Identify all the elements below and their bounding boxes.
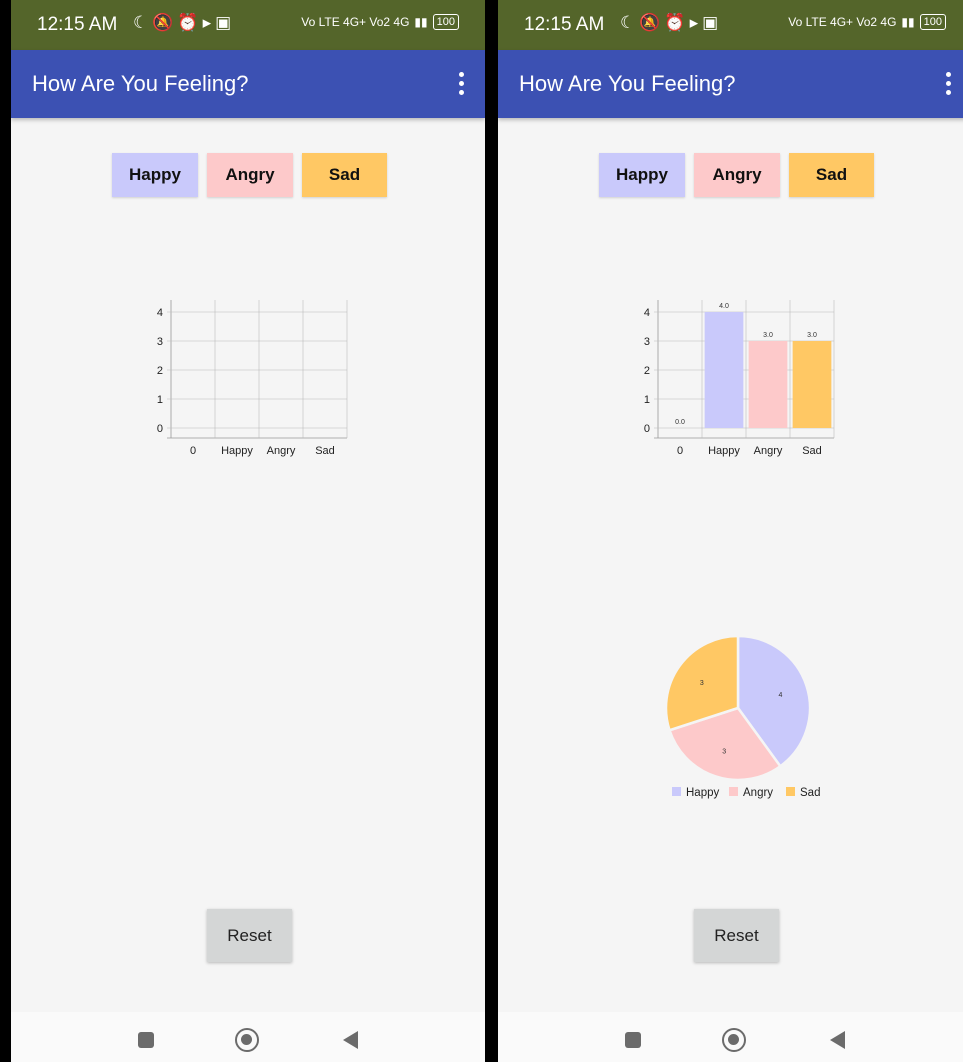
status-time: 12:15 AM bbox=[524, 14, 605, 35]
pie-chart: 4 3 3 Happy Angry Sad bbox=[664, 634, 820, 799]
bar-value-label: 3.0 bbox=[763, 332, 773, 339]
phone-screen-after: 12:15 AM ☾🔕⏰▸▣ Vo LTE 4G+ Vo2 4G ▮▮ 1 00 … bbox=[496, 0, 963, 1062]
app-bar: How Are You Feeling? bbox=[498, 50, 963, 118]
x-tick-label: Sad bbox=[802, 445, 822, 457]
angry-button[interactable]: Angry bbox=[207, 153, 293, 197]
moon-icon: ☾ bbox=[133, 13, 153, 32]
network-indicator: Vo LTE 4G+ Vo2 4G bbox=[301, 15, 410, 29]
pie-slice-label: 3 bbox=[722, 748, 726, 755]
play-icon: ▸ bbox=[689, 13, 703, 32]
status-icons: ☾🔕⏰▸▣ bbox=[620, 13, 722, 33]
reset-button[interactable]: Reset bbox=[207, 909, 292, 962]
nav-bar bbox=[498, 1012, 963, 1062]
x-tick-label: Angry bbox=[267, 445, 296, 457]
legend-label: Happy bbox=[686, 787, 719, 799]
status-right: Vo LTE 4G+ Vo2 4G ▮▮ 100 bbox=[301, 14, 459, 30]
nav-bar bbox=[11, 1012, 485, 1062]
bar-happy bbox=[704, 312, 744, 428]
bar-sad bbox=[792, 341, 832, 428]
overflow-menu-icon[interactable] bbox=[449, 70, 473, 98]
home-icon[interactable] bbox=[722, 1028, 746, 1052]
reset-button[interactable]: Reset bbox=[694, 909, 779, 962]
x-tick-label: 0 bbox=[677, 445, 683, 457]
bar-chart-empty: 0 1 2 3 4 0 Happy Angry Sad bbox=[157, 300, 348, 457]
sad-button[interactable]: Sad bbox=[302, 153, 387, 197]
back-icon[interactable] bbox=[343, 1031, 358, 1049]
overflow-menu-icon[interactable] bbox=[936, 70, 960, 98]
x-tick-label: 0 bbox=[190, 445, 196, 457]
sad-button[interactable]: Sad bbox=[789, 153, 874, 197]
app-bar: How Are You Feeling? bbox=[11, 50, 485, 118]
network-indicator: Vo LTE 4G+ Vo2 4G bbox=[788, 15, 897, 29]
y-tick-label: 4 bbox=[644, 307, 650, 319]
linkedin-icon: ▣ bbox=[702, 13, 723, 32]
status-bar: 12:15 AM ☾🔕⏰▸▣ Vo LTE 4G+ Vo2 4G ▮▮ 100 bbox=[498, 0, 963, 50]
recent-apps-icon[interactable] bbox=[625, 1032, 641, 1048]
bar-value-label: 4.0 bbox=[719, 303, 729, 310]
y-tick-label: 3 bbox=[157, 336, 163, 348]
status-bar: 12:15 AM ☾🔕⏰▸▣ Vo LTE 4G+ Vo2 4G ▮▮ 100 bbox=[11, 0, 485, 50]
signal-icon: ▮▮ bbox=[901, 15, 915, 29]
phone-screen-before: 12:15 AM ☾🔕⏰▸▣ Vo LTE 4G+ Vo2 4G ▮▮ 1 00 … bbox=[9, 0, 487, 1062]
pie-slice-label: 3 bbox=[700, 680, 704, 687]
moon-icon: ☾ bbox=[620, 13, 640, 32]
alarm-icon: ⏰ bbox=[177, 13, 203, 32]
home-icon[interactable] bbox=[235, 1028, 259, 1052]
y-tick-label: 0 bbox=[157, 423, 163, 435]
muted-bell-icon: 🔕 bbox=[639, 13, 665, 32]
recent-apps-icon[interactable] bbox=[138, 1032, 154, 1048]
battery-icon: 100 bbox=[432, 14, 459, 30]
bar-angry bbox=[748, 341, 788, 428]
battery-icon: 100 bbox=[919, 14, 946, 30]
x-tick-label: Angry bbox=[754, 445, 783, 457]
status-time: 12:15 AM bbox=[37, 14, 118, 35]
legend-swatch bbox=[729, 787, 738, 796]
legend-swatch bbox=[672, 787, 681, 796]
status-right: Vo LTE 4G+ Vo2 4G ▮▮ 100 bbox=[788, 14, 946, 30]
muted-bell-icon: 🔕 bbox=[152, 13, 178, 32]
legend-label: Angry bbox=[743, 787, 773, 799]
app-title: How Are You Feeling? bbox=[519, 71, 736, 96]
y-tick-label: 0 bbox=[644, 423, 650, 435]
y-tick-label: 2 bbox=[157, 365, 163, 377]
alarm-icon: ⏰ bbox=[664, 13, 690, 32]
legend-swatch bbox=[786, 787, 795, 796]
y-tick-label: 2 bbox=[644, 365, 650, 377]
y-tick-label: 1 bbox=[157, 394, 163, 406]
bar-value-label: 0.0 bbox=[675, 419, 685, 426]
x-tick-label: Sad bbox=[315, 445, 335, 457]
pie-slice-label: 4 bbox=[779, 692, 783, 699]
signal-icon: ▮▮ bbox=[414, 15, 428, 29]
x-tick-label: Happy bbox=[708, 445, 740, 457]
linkedin-icon: ▣ bbox=[215, 13, 236, 32]
play-icon: ▸ bbox=[202, 13, 216, 32]
happy-button[interactable]: Happy bbox=[112, 153, 198, 197]
y-tick-label: 3 bbox=[644, 336, 650, 348]
x-tick-label: Happy bbox=[221, 445, 253, 457]
app-title: How Are You Feeling? bbox=[32, 71, 249, 96]
status-icons: ☾🔕⏰▸▣ bbox=[133, 13, 235, 33]
angry-button[interactable]: Angry bbox=[694, 153, 780, 197]
back-icon[interactable] bbox=[830, 1031, 845, 1049]
happy-button[interactable]: Happy bbox=[599, 153, 685, 197]
y-tick-label: 1 bbox=[644, 394, 650, 406]
legend-label: Sad bbox=[800, 787, 820, 799]
bar-chart: 0 1 2 3 4 0 0.0 Happy 4.0 Angry 3.0 Sad 3.0 bbox=[644, 300, 835, 457]
y-tick-label: 4 bbox=[157, 307, 163, 319]
bar-value-label: 3.0 bbox=[807, 332, 817, 339]
